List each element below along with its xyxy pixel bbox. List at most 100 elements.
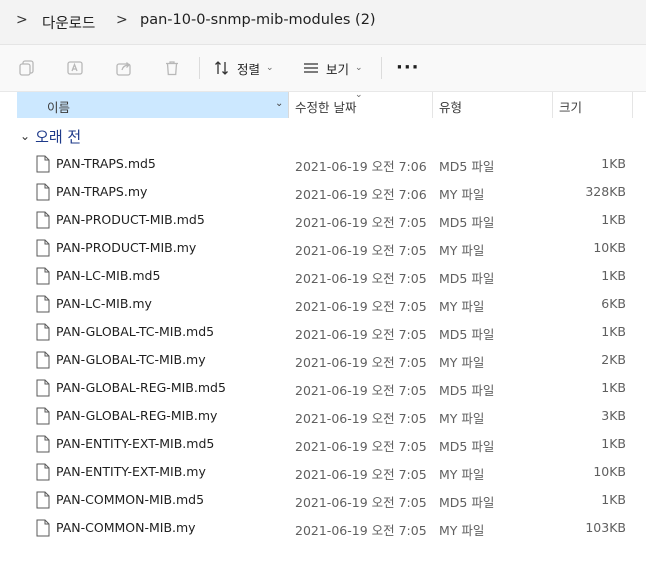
- file-icon: [36, 239, 50, 257]
- command-bar: 정렬 ⌄ 보기 ⌄ ···: [0, 45, 646, 92]
- file-type: MD5 파일: [439, 495, 495, 510]
- file-type: MD5 파일: [439, 215, 495, 230]
- column-header-modified[interactable]: 수정한 날짜: [289, 92, 433, 118]
- file-icon: [36, 463, 50, 481]
- chevron-down-icon: ⌄: [355, 63, 363, 73]
- file-name: PAN-COMMON-MIB.my: [56, 520, 196, 535]
- chevron-right-icon[interactable]: >: [16, 12, 28, 28]
- file-size: 103KB: [585, 520, 626, 535]
- file-row[interactable]: PAN-GLOBAL-REG-MIB.md5 2021-06-19 오전 7:0…: [0, 374, 646, 402]
- file-name: PAN-GLOBAL-REG-MIB.my: [56, 408, 218, 423]
- file-size: 328KB: [585, 184, 626, 199]
- column-size-label: 크기: [559, 100, 583, 115]
- file-icon: [36, 323, 50, 341]
- chevron-down-icon: ⌄: [266, 63, 274, 73]
- breadcrumb-item-downloads[interactable]: 다운로드: [42, 12, 95, 33]
- file-modified-date: 2021-06-19 오전 7:05: [295, 411, 427, 426]
- column-header-size[interactable]: 크기: [553, 92, 633, 118]
- file-modified-date: 2021-06-19 오전 7:05: [295, 215, 427, 230]
- view-button[interactable]: 보기 ⌄: [302, 55, 363, 81]
- column-header-row: 이름 ⌄ 수정한 날짜 유형 크기: [0, 92, 646, 118]
- more-options-button[interactable]: ···: [396, 57, 420, 78]
- rename-icon[interactable]: [66, 59, 84, 77]
- file-modified-date: 2021-06-19 오전 7:05: [295, 467, 427, 482]
- file-size: 1KB: [601, 492, 626, 507]
- file-size: 10KB: [593, 464, 626, 479]
- column-header-name[interactable]: 이름 ⌄: [17, 92, 289, 118]
- file-row[interactable]: PAN-ENTITY-EXT-MIB.my 2021-06-19 오전 7:05…: [0, 458, 646, 486]
- file-icon: [36, 435, 50, 453]
- file-icon: [36, 267, 50, 285]
- breadcrumb-item-current-folder[interactable]: pan-10-0-snmp-mib-modules (2): [140, 12, 376, 28]
- file-type: MD5 파일: [439, 327, 495, 342]
- column-modified-label: 수정한 날짜: [295, 100, 357, 115]
- file-size: 2KB: [601, 352, 626, 367]
- file-type: MY 파일: [439, 299, 485, 314]
- chevron-down-icon[interactable]: ⌄: [20, 129, 30, 143]
- file-row[interactable]: PAN-LC-MIB.md5 2021-06-19 오전 7:05 MD5 파일…: [0, 262, 646, 290]
- file-type: MY 파일: [439, 355, 485, 370]
- file-name: PAN-LC-MIB.md5: [56, 268, 161, 283]
- chevron-right-icon[interactable]: >: [116, 12, 128, 28]
- file-type: MY 파일: [439, 411, 485, 426]
- column-header-type[interactable]: 유형: [433, 92, 553, 118]
- file-modified-date: 2021-06-19 오전 7:05: [295, 355, 427, 370]
- file-row[interactable]: PAN-PRODUCT-MIB.my 2021-06-19 오전 7:05 MY…: [0, 234, 646, 262]
- file-size: 1KB: [601, 380, 626, 395]
- file-name: PAN-COMMON-MIB.md5: [56, 492, 205, 507]
- file-type: MD5 파일: [439, 271, 495, 286]
- file-row[interactable]: PAN-GLOBAL-TC-MIB.md5 2021-06-19 오전 7:05…: [0, 318, 646, 346]
- copy-icon[interactable]: [18, 59, 36, 77]
- file-modified-date: 2021-06-19 오전 7:05: [295, 439, 427, 454]
- view-list-icon: [304, 63, 318, 73]
- file-size: 1KB: [601, 324, 626, 339]
- file-type: MY 파일: [439, 243, 485, 258]
- file-type: MD5 파일: [439, 383, 495, 398]
- file-icon: [36, 491, 50, 509]
- breadcrumb: > 다운로드 > pan-10-0-snmp-mib-modules (2): [0, 0, 646, 45]
- sort-label: 정렬: [237, 61, 261, 77]
- file-row[interactable]: PAN-GLOBAL-REG-MIB.my 2021-06-19 오전 7:05…: [0, 402, 646, 430]
- toolbar-divider: [381, 57, 382, 79]
- share-icon[interactable]: [115, 59, 133, 77]
- file-name: PAN-GLOBAL-TC-MIB.my: [56, 352, 206, 367]
- file-icon: [36, 519, 50, 537]
- file-size: 1KB: [601, 268, 626, 283]
- file-row[interactable]: PAN-TRAPS.md5 2021-06-19 오전 7:06 MD5 파일 …: [0, 150, 646, 178]
- file-type: MY 파일: [439, 523, 485, 538]
- delete-icon[interactable]: [163, 59, 181, 77]
- file-name: PAN-PRODUCT-MIB.my: [56, 240, 197, 255]
- file-size: 6KB: [601, 296, 626, 311]
- file-type: MY 파일: [439, 187, 485, 202]
- file-name: PAN-TRAPS.my: [56, 184, 148, 199]
- file-row[interactable]: PAN-TRAPS.my 2021-06-19 오전 7:06 MY 파일 32…: [0, 178, 646, 206]
- file-row[interactable]: PAN-ENTITY-EXT-MIB.md5 2021-06-19 오전 7:0…: [0, 430, 646, 458]
- file-name: PAN-TRAPS.md5: [56, 156, 156, 171]
- file-row[interactable]: PAN-PRODUCT-MIB.md5 2021-06-19 오전 7:05 M…: [0, 206, 646, 234]
- file-icon: [36, 407, 50, 425]
- file-modified-date: 2021-06-19 오전 7:06: [295, 159, 427, 174]
- chevron-down-icon[interactable]: ⌄: [275, 98, 283, 109]
- file-row[interactable]: PAN-COMMON-MIB.my 2021-06-19 오전 7:05 MY …: [0, 514, 646, 542]
- column-name-label: 이름: [47, 100, 71, 115]
- file-row[interactable]: PAN-GLOBAL-TC-MIB.my 2021-06-19 오전 7:05 …: [0, 346, 646, 374]
- file-modified-date: 2021-06-19 오전 7:05: [295, 271, 427, 286]
- file-modified-date: 2021-06-19 오전 7:05: [295, 495, 427, 510]
- file-type: MD5 파일: [439, 159, 495, 174]
- file-icon: [36, 183, 50, 201]
- file-row[interactable]: PAN-COMMON-MIB.md5 2021-06-19 오전 7:05 MD…: [0, 486, 646, 514]
- file-icon: [36, 379, 50, 397]
- file-row[interactable]: PAN-LC-MIB.my 2021-06-19 오전 7:05 MY 파일 6…: [0, 290, 646, 318]
- sort-button[interactable]: 정렬 ⌄: [213, 55, 274, 81]
- file-modified-date: 2021-06-19 오전 7:06: [295, 187, 427, 202]
- file-type: MY 파일: [439, 467, 485, 482]
- file-modified-date: 2021-06-19 오전 7:05: [295, 299, 427, 314]
- file-icon: [36, 351, 50, 369]
- group-header[interactable]: ⌄ 오래 전: [20, 124, 81, 148]
- sort-icon: [215, 61, 228, 75]
- file-modified-date: 2021-06-19 오전 7:05: [295, 523, 427, 538]
- view-label: 보기: [326, 61, 350, 77]
- file-name: PAN-GLOBAL-TC-MIB.md5: [56, 324, 215, 339]
- file-name: PAN-LC-MIB.my: [56, 296, 152, 311]
- file-size: 1KB: [601, 212, 626, 227]
